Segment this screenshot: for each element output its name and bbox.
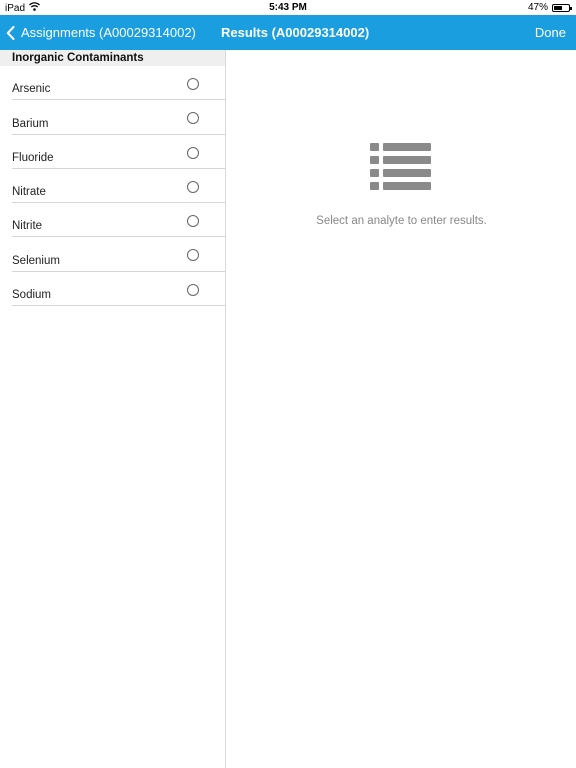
battery-fill xyxy=(554,5,562,10)
navigation-bar: Assignments (A00029314002) Results (A000… xyxy=(0,15,576,50)
battery-icon xyxy=(552,3,572,12)
list-item[interactable]: Arsenic xyxy=(12,66,225,101)
status-time: 5:43 PM xyxy=(269,2,307,13)
analyte-label: Barium xyxy=(12,117,49,130)
radio-button[interactable] xyxy=(187,283,199,296)
analyte-label: Fluoride xyxy=(12,151,54,164)
page-title: Results (A00029314002) xyxy=(221,25,370,40)
chevron-left-icon xyxy=(6,25,15,40)
back-button-label: Assignments (A00029314002) xyxy=(21,25,196,40)
list-item[interactable]: Nitrite xyxy=(12,203,225,238)
status-bar: iPad 5:43 PM 47% xyxy=(0,0,576,15)
radio-button[interactable] xyxy=(187,180,199,193)
analyte-list: Arsenic Barium Fluoride Nitrate Nitrite Selen… xyxy=(0,66,225,307)
empty-state-message: Select an analyte to enter results. xyxy=(316,215,487,227)
back-button[interactable]: Assignments (A00029314002) xyxy=(6,15,196,50)
radio-button[interactable] xyxy=(187,146,199,159)
radio-button[interactable] xyxy=(187,78,199,90)
list-item[interactable]: Barium xyxy=(12,100,225,135)
radio-button[interactable] xyxy=(187,112,199,125)
radio-button[interactable] xyxy=(187,215,199,228)
list-icon xyxy=(370,143,432,198)
results-panel: Select an analyte to enter results. xyxy=(227,50,576,768)
radio-button[interactable] xyxy=(187,249,199,262)
analyte-label: Arsenic xyxy=(12,83,51,96)
done-button[interactable]: Done xyxy=(535,15,566,50)
status-bar-right: 47% xyxy=(527,2,572,13)
list-item[interactable]: Sodium xyxy=(12,272,225,307)
list-item[interactable]: Selenium xyxy=(12,237,225,272)
analyte-label: Nitrate xyxy=(12,186,46,199)
section-header: Inorganic Contaminants xyxy=(0,50,225,66)
analyte-label: Sodium xyxy=(12,289,51,302)
list-item[interactable]: Fluoride xyxy=(12,135,225,169)
battery-percent: 47% xyxy=(527,2,548,13)
analyte-label: Selenium xyxy=(12,254,60,267)
analyte-label: Nitrite xyxy=(12,220,43,233)
analyte-sidebar: Inorganic Contaminants Arsenic Barium Fluo… xyxy=(0,50,226,768)
list-item[interactable]: Nitrate xyxy=(12,169,225,204)
